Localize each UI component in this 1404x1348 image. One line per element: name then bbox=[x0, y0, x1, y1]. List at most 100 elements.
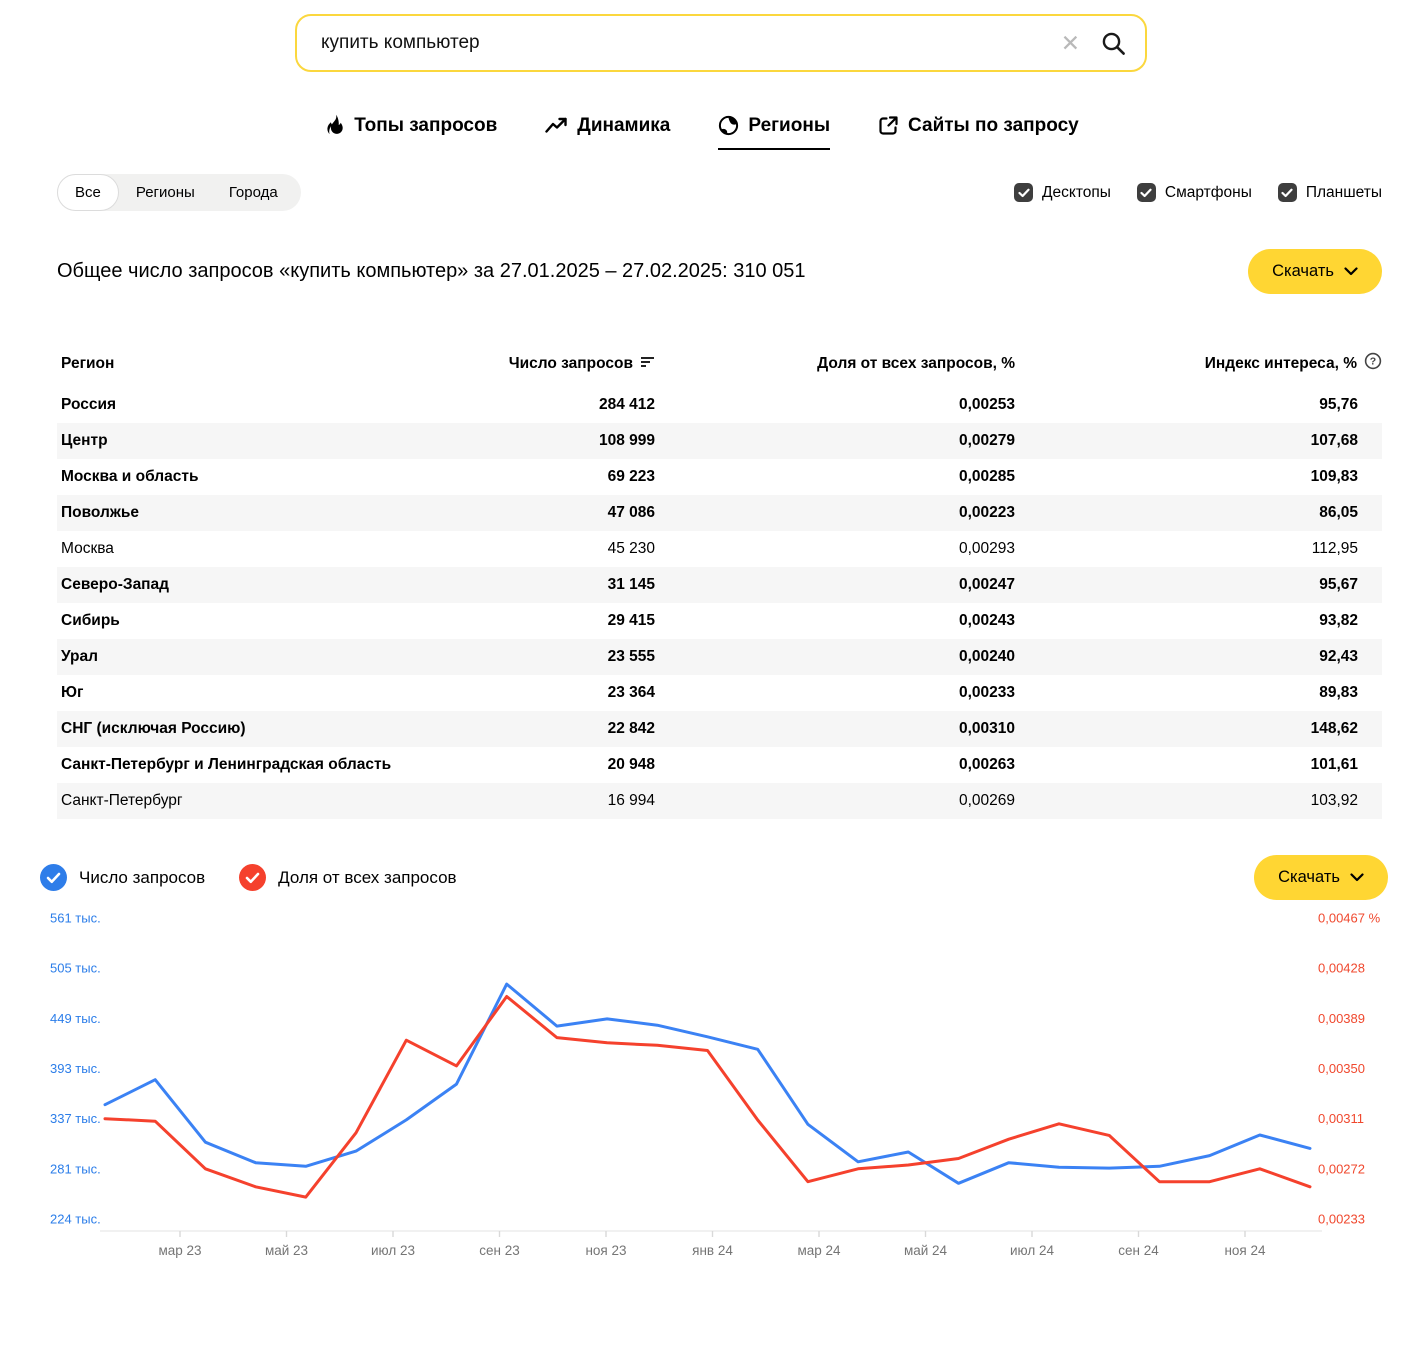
column-queries-label: Число запросов bbox=[509, 355, 633, 373]
cell-queries: 20 948 bbox=[497, 747, 655, 783]
cell-region: Санкт-Петербург и Ленинградская область bbox=[57, 747, 497, 783]
checkbox-desktops[interactable]: Десктопы bbox=[1014, 183, 1111, 202]
table-row: Россия284 4120,0025395,76 bbox=[57, 387, 1382, 423]
cell-interest: 148,62 bbox=[1015, 711, 1382, 747]
total-queries-summary: Общее число запросов «купить компьютер» … bbox=[57, 260, 806, 283]
sort-descending-icon bbox=[640, 355, 655, 373]
external-link-icon bbox=[878, 115, 899, 136]
cell-queries: 23 555 bbox=[497, 639, 655, 675]
svg-text:0,00428: 0,00428 bbox=[1318, 961, 1365, 976]
cell-interest: 109,83 bbox=[1015, 459, 1382, 495]
svg-text:сен 23: сен 23 bbox=[479, 1243, 519, 1258]
column-queries[interactable]: Число запросов bbox=[497, 342, 655, 387]
segment-regions[interactable]: Регионы bbox=[119, 174, 212, 211]
table-row: Санкт-Петербург16 9940,00269103,92 bbox=[57, 783, 1382, 819]
cell-queries: 16 994 bbox=[497, 783, 655, 819]
svg-text:сен 24: сен 24 bbox=[1118, 1243, 1159, 1258]
cell-region: СНГ (исключая Россию) bbox=[57, 711, 497, 747]
svg-text:0,00233: 0,00233 bbox=[1318, 1212, 1365, 1227]
svg-text:224 тыс.: 224 тыс. bbox=[50, 1212, 101, 1227]
tab-top-queries[interactable]: Топы запросов bbox=[325, 114, 497, 150]
search-bar: ✕ bbox=[295, 0, 1147, 72]
checkbox-checked-icon bbox=[1137, 183, 1156, 202]
table-header-row: Регион Число запросов Доля от все bbox=[57, 342, 1382, 387]
help-icon[interactable]: ? bbox=[1364, 352, 1382, 375]
chevron-down-icon bbox=[1350, 868, 1364, 887]
download-button[interactable]: Скачать bbox=[1248, 249, 1382, 294]
table-row: СНГ (исключая Россию)22 8420,00310148,62 bbox=[57, 711, 1382, 747]
column-share: Доля от всех запросов, % bbox=[655, 342, 1015, 387]
svg-text:449 тыс.: 449 тыс. bbox=[50, 1011, 101, 1026]
chart-area: мар 23май 23июл 23сен 23ноя 23янв 24мар … bbox=[0, 906, 1404, 1274]
device-label: Планшеты bbox=[1306, 184, 1382, 202]
tab-sites[interactable]: Сайты по запросу bbox=[878, 114, 1079, 150]
checkbox-checked-icon bbox=[1278, 183, 1297, 202]
svg-text:май 24: май 24 bbox=[904, 1243, 948, 1258]
svg-text:0,00350: 0,00350 bbox=[1318, 1061, 1365, 1076]
download-label: Скачать bbox=[1278, 868, 1340, 887]
cell-share: 0,00253 bbox=[655, 387, 1015, 423]
cell-share: 0,00279 bbox=[655, 423, 1015, 459]
legend-share-of-queries[interactable]: Доля от всех запросов bbox=[239, 864, 456, 891]
search-icon[interactable] bbox=[1100, 30, 1127, 57]
cell-interest: 101,61 bbox=[1015, 747, 1382, 783]
table-row: Москва и область69 2230,00285109,83 bbox=[57, 459, 1382, 495]
legend-number-of-queries[interactable]: Число запросов bbox=[40, 864, 205, 891]
svg-text:0,00311: 0,00311 bbox=[1318, 1111, 1364, 1126]
cell-queries: 23 364 bbox=[497, 675, 655, 711]
cell-region: Поволжье bbox=[57, 495, 497, 531]
segment-cities[interactable]: Города bbox=[212, 174, 295, 211]
svg-text:май 23: май 23 bbox=[265, 1243, 308, 1258]
cell-queries: 22 842 bbox=[497, 711, 655, 747]
svg-text:0,00272: 0,00272 bbox=[1318, 1161, 1365, 1176]
svg-text:июл 23: июл 23 bbox=[371, 1243, 415, 1258]
svg-text:?: ? bbox=[1370, 356, 1376, 368]
cell-queries: 45 230 bbox=[497, 531, 655, 567]
cell-share: 0,00240 bbox=[655, 639, 1015, 675]
cell-queries: 69 223 bbox=[497, 459, 655, 495]
cell-interest: 95,76 bbox=[1015, 387, 1382, 423]
cell-interest: 107,68 bbox=[1015, 423, 1382, 459]
cell-queries: 108 999 bbox=[497, 423, 655, 459]
segment-all[interactable]: Все bbox=[57, 174, 119, 211]
cell-region: Урал bbox=[57, 639, 497, 675]
checkbox-tablets[interactable]: Планшеты bbox=[1278, 183, 1382, 202]
checkbox-checked-icon bbox=[1014, 183, 1033, 202]
table-row: Санкт-Петербург и Ленинградская область2… bbox=[57, 747, 1382, 783]
cell-share: 0,00233 bbox=[655, 675, 1015, 711]
checkbox-smartphones[interactable]: Смартфоны bbox=[1137, 183, 1252, 202]
search-box[interactable]: ✕ bbox=[295, 14, 1147, 72]
tab-dynamics[interactable]: Динамика bbox=[545, 114, 670, 150]
device-label: Десктопы bbox=[1042, 184, 1111, 202]
cell-share: 0,00310 bbox=[655, 711, 1015, 747]
cell-share: 0,00269 bbox=[655, 783, 1015, 819]
svg-text:337 тыс.: 337 тыс. bbox=[50, 1111, 101, 1126]
svg-text:281 тыс.: 281 тыс. bbox=[50, 1161, 101, 1176]
legend-check-icon-blue bbox=[40, 864, 67, 891]
table-row: Центр108 9990,00279107,68 bbox=[57, 423, 1382, 459]
svg-text:505 тыс.: 505 тыс. bbox=[50, 961, 101, 976]
clear-icon[interactable]: ✕ bbox=[1061, 32, 1080, 55]
cell-region: Москва bbox=[57, 531, 497, 567]
svg-text:561 тыс.: 561 тыс. bbox=[50, 911, 101, 926]
cell-queries: 31 145 bbox=[497, 567, 655, 603]
table-row: Москва45 2300,00293112,95 bbox=[57, 531, 1382, 567]
cell-queries: 29 415 bbox=[497, 603, 655, 639]
cell-interest: 93,82 bbox=[1015, 603, 1382, 639]
tab-label: Регионы bbox=[748, 115, 830, 137]
cell-share: 0,00223 bbox=[655, 495, 1015, 531]
tab-regions[interactable]: Регионы bbox=[718, 114, 830, 150]
cell-region: Центр bbox=[57, 423, 497, 459]
download-chart-button[interactable]: Скачать bbox=[1254, 855, 1388, 900]
cell-region: Санкт-Петербург bbox=[57, 783, 497, 819]
device-filters: Десктопы Смартфоны Планшеты bbox=[1014, 183, 1382, 202]
svg-text:мар 23: мар 23 bbox=[158, 1243, 201, 1258]
tab-label: Топы запросов bbox=[354, 115, 497, 137]
legend-label: Число запросов bbox=[79, 868, 205, 888]
chevron-down-icon bbox=[1344, 262, 1358, 281]
search-input[interactable] bbox=[319, 31, 1061, 55]
filters-row: Все Регионы Города Десктопы Смартфоны Пл… bbox=[57, 174, 1382, 211]
legend-check-icon-red bbox=[239, 864, 266, 891]
line-chart: мар 23май 23июл 23сен 23ноя 23янв 24мар … bbox=[0, 906, 1404, 1274]
svg-text:0,00389: 0,00389 bbox=[1318, 1011, 1365, 1026]
